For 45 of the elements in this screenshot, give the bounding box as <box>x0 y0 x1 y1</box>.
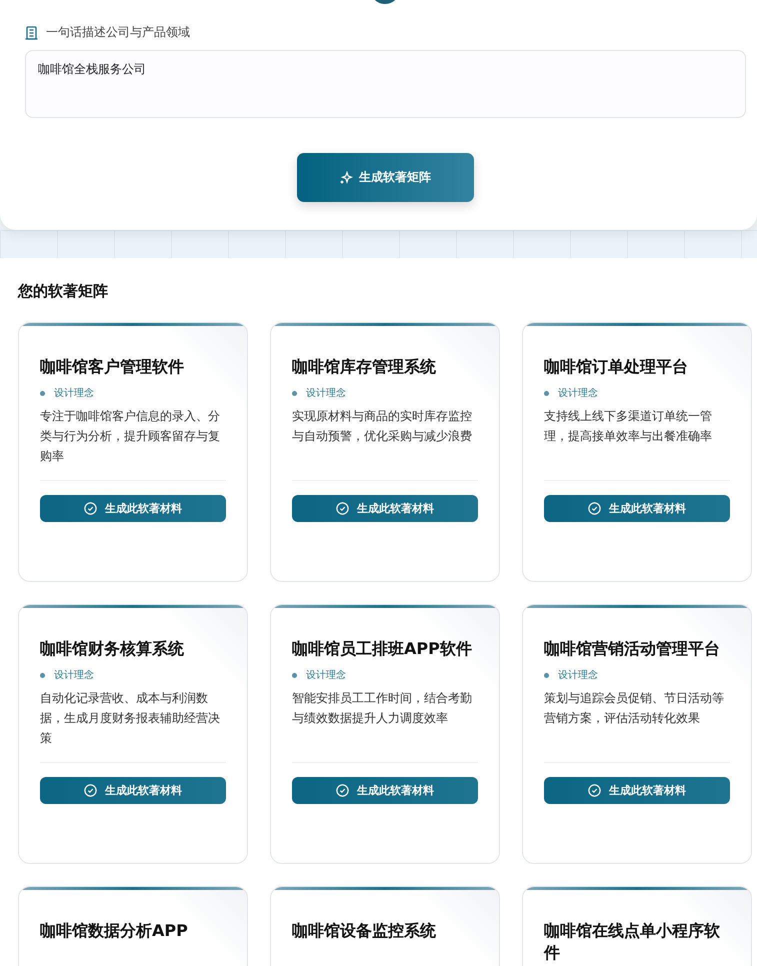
card-description: 实现原材料与商品的实时库存监控与自动预警，优化采购与减少浪费 <box>292 408 473 445</box>
card-title: 咖啡馆库存管理系统 <box>292 356 437 378</box>
description-field[interactable]: 咖啡馆全栈服务公司 <box>25 50 746 118</box>
card-description: 支持线上线下多渠道订单统一管理，提高接单效率与出餐准确率 <box>544 408 713 445</box>
bullet-dot <box>544 390 549 396</box>
generate-material-button[interactable]: 生成此软著材料 <box>40 495 226 522</box>
check-circle-icon <box>84 502 97 515</box>
generate-material-button[interactable]: 生成此软著材料 <box>544 495 730 522</box>
card-title: 咖啡馆在线点单小程序软件 <box>544 920 721 964</box>
card-title: 咖啡馆订单处理平台 <box>544 356 689 378</box>
building-icon <box>25 26 38 40</box>
field-label: 一句话描述公司与产品领域 <box>46 24 190 41</box>
card-description: 自动化记录营收、成本与利润数据，生成月度财务报表辅助经营决策 <box>40 690 221 747</box>
card-description: 专注于咖啡馆客户信息的录入、分类与行为分析，提升顾客留存与复购率 <box>40 408 221 465</box>
card-title: 咖啡馆设备监控系统 <box>292 920 437 942</box>
bullet-dot <box>40 672 45 678</box>
check-circle-icon <box>336 502 349 515</box>
card-tag: 设计理念 <box>306 386 346 400</box>
card-tag: 设计理念 <box>558 386 598 400</box>
card-title: 咖啡馆客户管理软件 <box>40 356 185 378</box>
check-circle-icon <box>84 784 97 797</box>
card-description: 智能安排员工工作时间，结合考勤与绩效数据提升人力调度效率 <box>292 690 473 727</box>
generate-material-button[interactable]: 生成此软著材料 <box>40 777 226 804</box>
generate-material-button[interactable]: 生成此软著材料 <box>544 777 730 804</box>
card-tag: 设计理念 <box>558 668 598 682</box>
bullet-dot <box>292 672 297 678</box>
generate-material-button[interactable]: 生成此软著材料 <box>292 777 478 804</box>
check-circle-icon <box>588 502 601 515</box>
card-description: 策划与追踪会员促销、节日活动等营销方案，评估活动转化效果 <box>544 690 725 727</box>
generate-matrix-button[interactable]: 生成软著矩阵 <box>297 153 474 202</box>
card-tag: 设计理念 <box>306 668 346 682</box>
generate-material-button[interactable]: 生成此软著材料 <box>292 495 478 522</box>
check-circle-icon <box>336 784 349 797</box>
check-circle-icon <box>588 784 601 797</box>
card-title: 咖啡馆财务核算系统 <box>40 638 185 660</box>
bullet-dot <box>292 390 297 396</box>
bullet-dot <box>40 390 45 396</box>
card-tag: 设计理念 <box>54 386 94 400</box>
card-tag: 设计理念 <box>54 668 94 682</box>
card-title: 咖啡馆数据分析APP <box>40 920 189 942</box>
sparkle-icon <box>340 171 353 184</box>
section-heading: 您的软著矩阵 <box>18 282 109 301</box>
card-title: 咖啡馆营销活动管理平台 <box>544 638 721 660</box>
card-title: 咖啡馆员工排班APP软件 <box>292 638 473 660</box>
bullet-dot <box>544 672 549 678</box>
